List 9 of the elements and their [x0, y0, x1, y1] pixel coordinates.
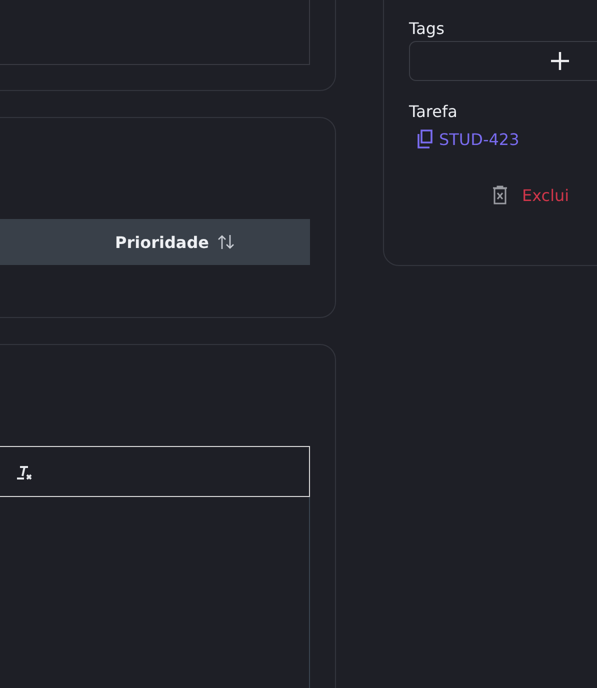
delete-button[interactable]: Exclui: [492, 185, 570, 205]
tags-field[interactable]: [409, 41, 597, 81]
tags-label: Tags: [409, 19, 444, 38]
add-icon[interactable]: [550, 51, 570, 71]
task-label: Tarefa: [409, 102, 458, 121]
column-header[interactable]: Prioridade: [114, 219, 310, 265]
copy-icon: [417, 129, 433, 149]
trash-icon: [492, 185, 508, 205]
task-link[interactable]: STUD-423: [417, 129, 520, 149]
